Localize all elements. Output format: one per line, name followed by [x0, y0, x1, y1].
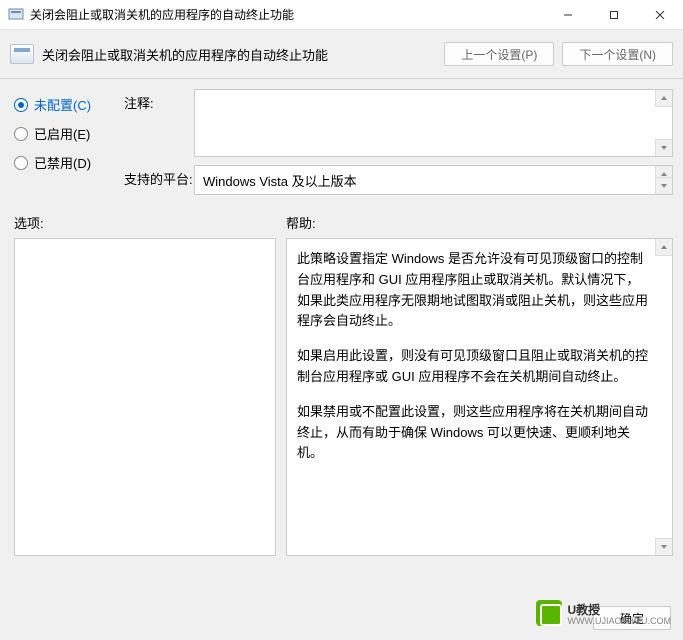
- comment-label: 注释:: [124, 89, 194, 157]
- scroll-up-icon[interactable]: [655, 239, 672, 256]
- policy-title: 关闭会阻止或取消关机的应用程序的自动终止功能: [42, 45, 444, 64]
- watermark-url: WWW.UJIAOSHOU.COM: [568, 616, 672, 626]
- comment-textarea[interactable]: [194, 89, 673, 157]
- close-button[interactable]: [637, 0, 683, 30]
- maximize-button[interactable]: [591, 0, 637, 30]
- scroll-down-icon[interactable]: [655, 177, 672, 194]
- scroll-up-icon[interactable]: [655, 90, 672, 107]
- radio-label: 未配置(C): [34, 95, 91, 114]
- help-paragraph: 如果禁用或不配置此设置，则这些应用程序将在关机期间自动终止，从而有助于确保 Wi…: [297, 402, 648, 464]
- options-panel: [14, 238, 276, 556]
- previous-setting-button[interactable]: 上一个设置(P): [444, 42, 554, 66]
- radio-icon: [14, 156, 28, 170]
- radio-icon: [14, 98, 28, 112]
- radio-not-configured[interactable]: 未配置(C): [14, 95, 124, 114]
- minimize-button[interactable]: [545, 0, 591, 30]
- watermark-icon: [536, 600, 562, 626]
- scroll-down-icon[interactable]: [655, 139, 672, 156]
- window-title: 关闭会阻止或取消关机的应用程序的自动终止功能: [30, 6, 545, 23]
- radio-icon: [14, 127, 28, 141]
- scroll-down-icon[interactable]: [655, 538, 672, 555]
- platform-field: Windows Vista 及以上版本: [194, 165, 673, 195]
- radio-label: 已禁用(D): [34, 153, 91, 172]
- options-label: 选项:: [14, 213, 286, 232]
- radio-label: 已启用(E): [34, 124, 90, 143]
- policy-icon: [10, 44, 34, 64]
- app-icon: [8, 7, 24, 23]
- help-label: 帮助:: [286, 213, 316, 232]
- next-setting-button[interactable]: 下一个设置(N): [562, 42, 673, 66]
- radio-enabled[interactable]: 已启用(E): [14, 124, 124, 143]
- platform-label: 支持的平台:: [124, 165, 194, 188]
- help-paragraph: 此策略设置指定 Windows 是否允许没有可见顶级窗口的控制台应用程序和 GU…: [297, 249, 648, 332]
- watermark: U教授 WWW.UJIAOSHOU.COM: [536, 600, 672, 626]
- help-paragraph: 如果启用此设置，则没有可见顶级窗口且阻止或取消关机的控制台应用程序或 GUI 应…: [297, 346, 648, 388]
- radio-disabled[interactable]: 已禁用(D): [14, 153, 124, 172]
- platform-value: Windows Vista 及以上版本: [203, 174, 357, 189]
- watermark-brand: U教授: [568, 603, 601, 617]
- help-panel: 此策略设置指定 Windows 是否允许没有可见顶级窗口的控制台应用程序和 GU…: [286, 238, 673, 556]
